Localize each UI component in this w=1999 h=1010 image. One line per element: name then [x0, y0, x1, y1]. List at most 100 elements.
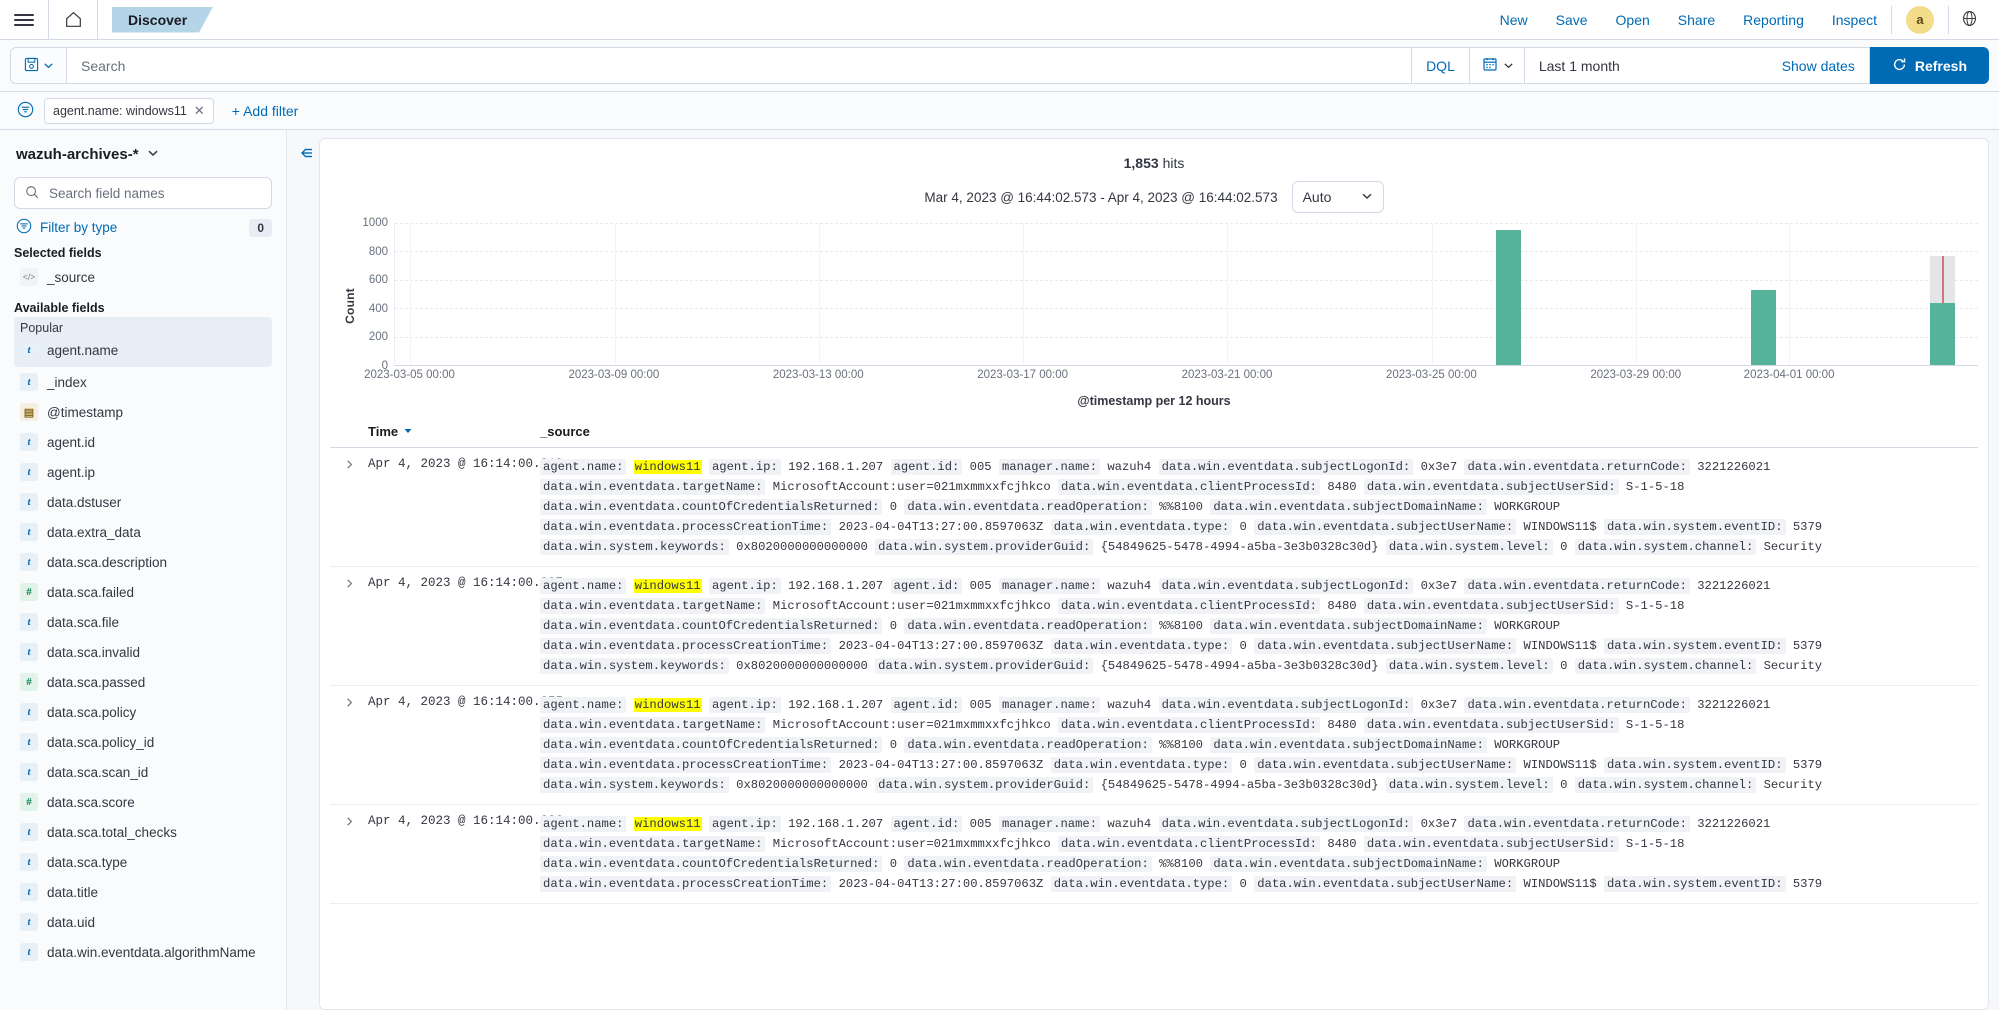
field-item-source[interactable]: </> _source [14, 262, 272, 292]
field-item[interactable]: tagent.id [14, 427, 272, 457]
source-field-value: %%8100 [1159, 857, 1203, 871]
add-filter-button[interactable]: + Add filter [232, 103, 299, 119]
field-item[interactable]: ▤@timestamp [14, 397, 272, 427]
nav-link-reporting[interactable]: Reporting [1729, 12, 1818, 28]
source-line: data.win.system.keywords: 0x802000000000… [540, 656, 1978, 676]
field-item[interactable]: #data.sca.passed [14, 667, 272, 697]
time-column-label: Time [368, 424, 398, 439]
field-search-input[interactable] [47, 185, 261, 202]
expand-row-button[interactable] [330, 814, 368, 894]
table-row[interactable]: Apr 4, 2023 @ 16:14:00.887agent.name: wi… [330, 567, 1978, 686]
interval-select[interactable]: Auto [1292, 181, 1384, 213]
field-item[interactable]: t data.win.eventdata.algorithmName [14, 937, 272, 967]
source-field-key: data.win.system.keywords: [540, 539, 729, 555]
field-item[interactable]: tdata.sca.type [14, 847, 272, 877]
field-item[interactable]: tdata.title [14, 877, 272, 907]
query-language-button[interactable]: DQL [1412, 47, 1470, 84]
filter-by-type-button[interactable]: Filter by type 0 [16, 218, 272, 237]
nav-link-save[interactable]: Save [1542, 12, 1602, 28]
source-field-value: Security [1764, 659, 1823, 673]
source-field-value: 0 [1560, 659, 1567, 673]
filter-pill-agent-name[interactable]: agent.name: windows11 ✕ [44, 98, 214, 124]
field-item[interactable]: t_index [14, 367, 272, 397]
field-item[interactable]: tagent.ip [14, 457, 272, 487]
source-field-key: data.win.eventdata.subjectDomainName: [1210, 618, 1487, 634]
chart-bar[interactable] [1930, 303, 1955, 365]
nav-link-inspect[interactable]: Inspect [1818, 12, 1891, 28]
source-field-value: 0 [890, 857, 897, 871]
chart-gridline [615, 223, 616, 365]
field-item[interactable]: tdata.sca.file [14, 607, 272, 637]
source-field-key: data.win.eventdata.returnCode: [1464, 459, 1689, 475]
string-type-icon: t [20, 341, 38, 359]
table-row[interactable]: Apr 4, 2023 @ 16:14:00.836agent.name: wi… [330, 805, 1978, 904]
expand-row-button[interactable] [330, 576, 368, 676]
field-search-wrapper[interactable] [14, 177, 272, 209]
show-dates-button[interactable]: Show dates [1768, 58, 1869, 74]
search-field-wrapper[interactable] [66, 47, 1412, 84]
search-input[interactable] [79, 57, 1399, 75]
field-label: data.sca.score [47, 795, 135, 810]
histogram-chart[interactable]: Count 02004006008001000 2023-03-05 00:00… [330, 223, 1978, 388]
source-field-value: 0x8020000000000000 [736, 659, 868, 673]
source-field-value: 005 [970, 817, 992, 831]
refresh-button[interactable]: Refresh [1870, 47, 1989, 84]
source-field-key: data.win.system.providerGuid: [875, 658, 1093, 674]
chart-gridline [819, 223, 820, 365]
nav-link-open[interactable]: Open [1602, 12, 1664, 28]
expand-row-button[interactable] [330, 457, 368, 557]
source-field-value: WORKGROUP [1494, 500, 1560, 514]
date-range-label[interactable]: Last 1 month [1525, 58, 1768, 74]
chart-gridline [1789, 223, 1790, 365]
field-item[interactable]: tdata.sca.invalid [14, 637, 272, 667]
field-item[interactable]: #data.sca.score [14, 787, 272, 817]
saved-query-button[interactable] [10, 47, 66, 84]
chart-bar[interactable] [1751, 290, 1776, 365]
avatar[interactable]: a [1906, 6, 1934, 34]
time-column-header[interactable]: Time [368, 424, 540, 439]
table-row[interactable]: Apr 4, 2023 @ 16:14:00.855agent.name: wi… [330, 686, 1978, 805]
chart-x-tick: 2023-03-13 00:00 [773, 369, 864, 381]
chart-plot-area[interactable] [394, 223, 1978, 366]
nav-link-new[interactable]: New [1486, 12, 1542, 28]
field-item[interactable]: tdata.sca.policy [14, 697, 272, 727]
expand-row-button[interactable] [330, 695, 368, 795]
source-field-key: data.win.eventdata.clientProcessId: [1058, 717, 1320, 733]
home-button[interactable] [49, 0, 97, 39]
field-item-agent-name[interactable]: t agent.name [14, 335, 272, 365]
source-field-key: data.win.eventdata.subjectLogonId: [1159, 459, 1414, 475]
chart-gridline [395, 251, 1978, 252]
string-type-icon: t [20, 703, 38, 721]
tab-discover[interactable]: Discover [112, 7, 213, 33]
source-line: data.win.system.keywords: 0x802000000000… [540, 775, 1978, 795]
calendar-quick-select-button[interactable] [1470, 48, 1525, 83]
nav-link-share[interactable]: Share [1664, 12, 1729, 28]
field-item[interactable]: #data.sca.failed [14, 577, 272, 607]
expand-column-header [330, 424, 368, 439]
chart-bar[interactable] [1496, 230, 1521, 365]
help-button[interactable] [1949, 0, 1989, 39]
field-label: data.sca.description [47, 555, 167, 570]
refresh-icon [1892, 57, 1907, 75]
field-item[interactable]: tdata.sca.scan_id [14, 757, 272, 787]
field-label: data.win.eventdata.algorithmName [47, 945, 256, 960]
index-pattern-label: wazuh-archives-* [16, 146, 139, 163]
collapse-sidebar-button[interactable] [297, 138, 319, 1010]
source-field-value: 3221226021 [1697, 698, 1770, 712]
close-icon[interactable]: ✕ [194, 103, 205, 119]
field-item[interactable]: tdata.sca.total_checks [14, 817, 272, 847]
field-item[interactable]: tdata.uid [14, 907, 272, 937]
menu-button[interactable] [0, 0, 48, 39]
string-type-icon: t [20, 943, 38, 961]
field-item[interactable]: tdata.sca.description [14, 547, 272, 577]
source-field-key: data.win.eventdata.clientProcessId: [1058, 836, 1320, 852]
table-row[interactable]: Apr 4, 2023 @ 16:14:00.919agent.name: wi… [330, 448, 1978, 567]
field-item[interactable]: tdata.sca.policy_id [14, 727, 272, 757]
source-field-value: MicrosoftAccount:user=021mxmmxxfcjhkco [773, 599, 1051, 613]
field-item[interactable]: tdata.dstuser [14, 487, 272, 517]
string-type-icon: t [20, 433, 38, 451]
filter-options-button[interactable] [10, 101, 40, 121]
source-field-key: data.win.eventdata.readOperation: [904, 618, 1151, 634]
index-pattern-selector[interactable]: wazuh-archives-* [16, 146, 272, 163]
field-item[interactable]: tdata.extra_data [14, 517, 272, 547]
